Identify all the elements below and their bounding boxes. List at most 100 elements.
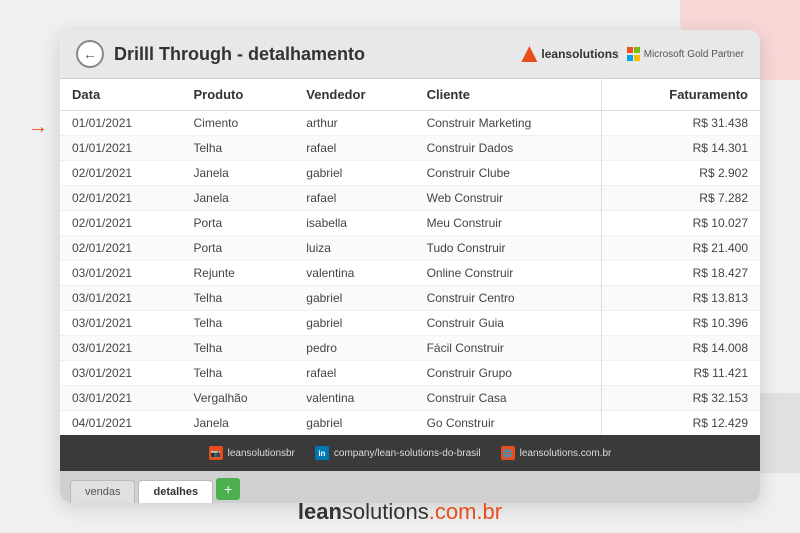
cell-cliente: Construir Dados [415, 136, 602, 161]
cell-faturamento: R$ 31.438 [601, 111, 760, 136]
cell-faturamento: R$ 14.301 [601, 136, 760, 161]
cell-cliente: Construir Marketing [415, 111, 602, 136]
cell-produto: Telha [181, 361, 294, 386]
cell-vendedor: valentina [294, 386, 414, 411]
header-left: ← Drilll Through - detalhamento [76, 40, 365, 68]
brand-lean: lean [298, 499, 342, 524]
footer-item-instagram: 📷 leansolutionsbr [209, 446, 295, 460]
table-row: 02/01/2021JanelarafaelWeb ConstruirR$ 7.… [60, 186, 760, 211]
cell-vendedor: isabella [294, 211, 414, 236]
cell-cliente: Construir Centro [415, 286, 602, 311]
cell-produto: Cimento [181, 111, 294, 136]
cell-vendedor: pedro [294, 336, 414, 361]
tab-add-button[interactable]: + [216, 478, 240, 500]
data-table: Data Produto Vendedor Cliente Faturament… [60, 79, 760, 435]
ms-partner-text: Gold Partner [687, 49, 744, 60]
table-row: 03/01/2021RejuntevalentinaOnline Constru… [60, 261, 760, 286]
cell-faturamento: R$ 18.427 [601, 261, 760, 286]
footer-linkedin-label: company/lean-solutions-do-brasil [334, 448, 481, 459]
cell-produto: Telha [181, 136, 294, 161]
cell-vendedor: rafael [294, 361, 414, 386]
cell-vendedor: rafael [294, 186, 414, 211]
table-row: 03/01/2021TelharafaelConstruir GrupoR$ 1… [60, 361, 760, 386]
cell-faturamento: R$ 21.400 [601, 236, 760, 261]
cell-cliente: Web Construir [415, 186, 602, 211]
footer-web-label: leansolutions.com.br [520, 448, 612, 459]
cell-data: 02/01/2021 [60, 186, 181, 211]
lean-logo: leansolutions [521, 46, 618, 62]
lean-logo-text: leansolutions [541, 47, 618, 61]
cell-faturamento: R$ 13.813 [601, 286, 760, 311]
footer-instagram-label: leansolutionsbr [228, 448, 295, 459]
cell-faturamento: R$ 2.902 [601, 161, 760, 186]
web-icon: 🌐 [501, 446, 515, 460]
footer-item-linkedin: in company/lean-solutions-do-brasil [315, 446, 481, 460]
footer-item-web: 🌐 leansolutions.com.br [501, 446, 612, 460]
cell-cliente: Fácil Construir [415, 336, 602, 361]
col-header-faturamento: Faturamento [601, 79, 760, 111]
arrow-indicator: → [28, 116, 48, 139]
cell-data: 01/01/2021 [60, 111, 181, 136]
cell-cliente: Construir Guia [415, 311, 602, 336]
cell-produto: Porta [181, 236, 294, 261]
cell-produto: Rejunte [181, 261, 294, 286]
cell-cliente: Meu Construir [415, 211, 602, 236]
cell-produto: Porta [181, 211, 294, 236]
table-header-row: Data Produto Vendedor Cliente Faturament… [60, 79, 760, 111]
cell-vendedor: gabriel [294, 311, 414, 336]
cell-data: 01/01/2021 [60, 136, 181, 161]
table-row: 03/01/2021VergalhãovalentinaConstruir Ca… [60, 386, 760, 411]
cell-cliente: Construir Clube [415, 161, 602, 186]
cell-vendedor: gabriel [294, 161, 414, 186]
cell-data: 03/01/2021 [60, 336, 181, 361]
cell-data: 02/01/2021 [60, 211, 181, 236]
cell-cliente: Online Construir [415, 261, 602, 286]
col-header-produto: Produto [181, 79, 294, 111]
content-area: Data Produto Vendedor Cliente Faturament… [60, 79, 760, 435]
cell-produto: Janela [181, 411, 294, 436]
cell-data: 04/01/2021 [60, 411, 181, 436]
col-header-vendedor: Vendedor [294, 79, 414, 111]
page-title: Drilll Through - detalhamento [114, 44, 365, 65]
cell-produto: Telha [181, 311, 294, 336]
table-row: 01/01/2021CimentoarthurConstruir Marketi… [60, 111, 760, 136]
table-row: 02/01/2021JanelagabrielConstruir ClubeR$… [60, 161, 760, 186]
cell-faturamento: R$ 12.429 [601, 411, 760, 436]
col-header-data: Data [60, 79, 181, 111]
cell-faturamento: R$ 7.282 [601, 186, 760, 211]
cell-data: 02/01/2021 [60, 236, 181, 261]
header-logos: leansolutions Microsoft Gold Partner [521, 46, 744, 62]
linkedin-icon: in [315, 446, 329, 460]
cell-data: 03/01/2021 [60, 286, 181, 311]
ms-squares-icon [627, 47, 641, 61]
lean-logo-triangle [521, 46, 537, 62]
cell-data: 03/01/2021 [60, 261, 181, 286]
table-row: 04/01/2021JanelagabrielGo ConstruirR$ 12… [60, 411, 760, 436]
cell-produto: Janela [181, 186, 294, 211]
cell-cliente: Construir Grupo [415, 361, 602, 386]
cell-produto: Telha [181, 336, 294, 361]
table-row: 01/01/2021TelharafaelConstruir DadosR$ 1… [60, 136, 760, 161]
cell-data: 03/01/2021 [60, 361, 181, 386]
cell-cliente: Go Construir [415, 411, 602, 436]
footer-bar: 📷 leansolutionsbr in company/lean-soluti… [60, 435, 760, 471]
cell-faturamento: R$ 10.027 [601, 211, 760, 236]
main-window: ← Drilll Through - detalhamento leansolu… [60, 30, 760, 503]
back-button[interactable]: ← [76, 40, 104, 68]
cell-vendedor: rafael [294, 136, 414, 161]
cell-faturamento: R$ 14.008 [601, 336, 760, 361]
cell-faturamento: R$ 10.396 [601, 311, 760, 336]
cell-data: 03/01/2021 [60, 386, 181, 411]
cell-vendedor: gabriel [294, 286, 414, 311]
cell-data: 03/01/2021 [60, 311, 181, 336]
cell-vendedor: arthur [294, 111, 414, 136]
header-bar: ← Drilll Through - detalhamento leansolu… [60, 30, 760, 79]
col-header-cliente: Cliente [415, 79, 602, 111]
cell-vendedor: gabriel [294, 411, 414, 436]
table-wrapper[interactable]: Data Produto Vendedor Cliente Faturament… [60, 79, 760, 435]
table-row: 03/01/2021TelhagabrielConstruir GuiaR$ 1… [60, 311, 760, 336]
ms-logo-text: Microsoft [644, 49, 685, 60]
cell-produto: Janela [181, 161, 294, 186]
table-row: 02/01/2021PortaluizaTudo ConstruirR$ 21.… [60, 236, 760, 261]
cell-vendedor: luiza [294, 236, 414, 261]
